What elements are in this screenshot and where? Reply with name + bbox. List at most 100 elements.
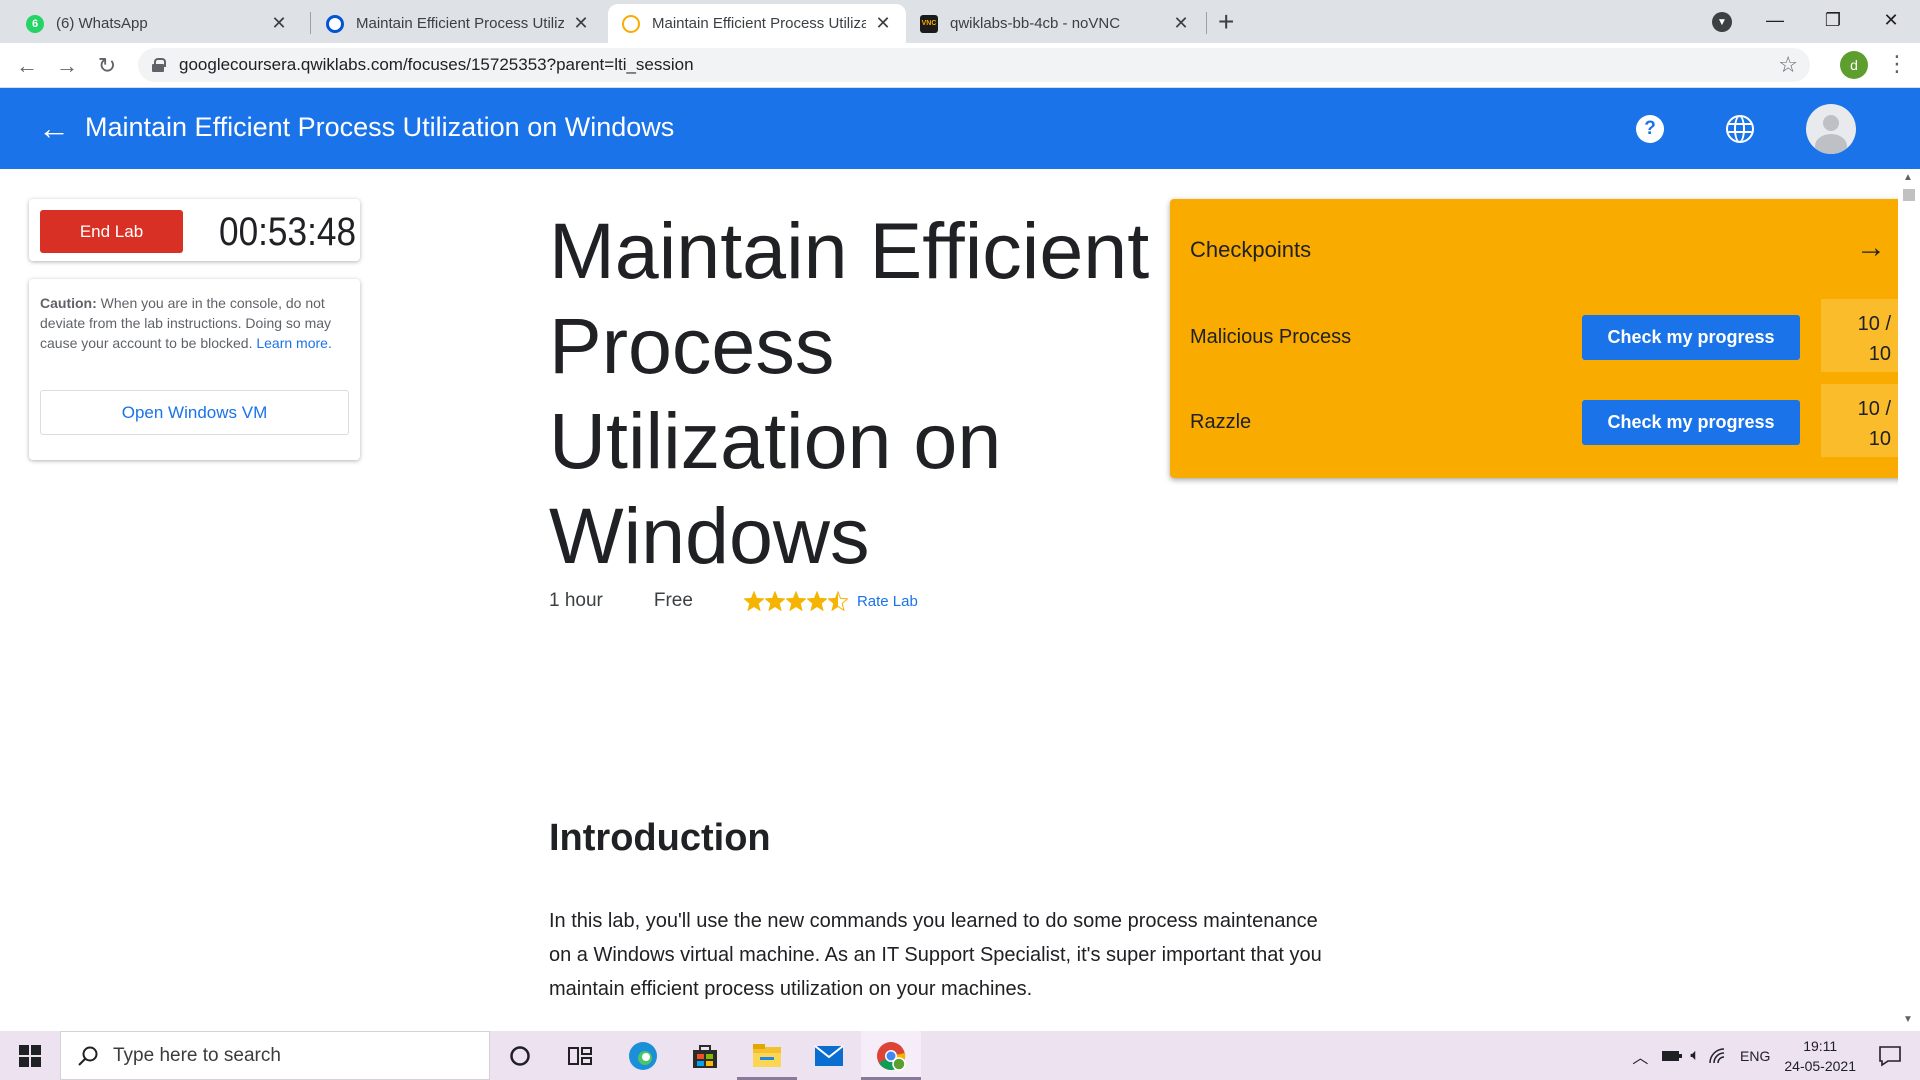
address-bar[interactable]: googlecoursera.qwiklabs.com/focuses/1572…	[138, 48, 1810, 82]
close-icon[interactable]: ✕	[270, 13, 288, 34]
check-progress-button[interactable]: Check my progress	[1582, 400, 1800, 445]
whatsapp-icon: 6	[26, 14, 44, 33]
tab-coursera[interactable]: Maintain Efficient Process Utilizat ✕	[312, 4, 604, 43]
battery-icon[interactable]	[1662, 1049, 1683, 1063]
help-icon[interactable]: ?	[1636, 115, 1664, 143]
minimize-icon[interactable]: —	[1746, 0, 1804, 40]
search-placeholder: Type here to search	[113, 1044, 281, 1066]
page-scrollbar[interactable]	[1898, 169, 1920, 1031]
checkpoint-label: Malicious Process	[1190, 326, 1352, 348]
checkpoint-score: 10 / 10	[1821, 299, 1901, 372]
show-hidden-icons-chevron-icon[interactable]: ︿	[1632, 1044, 1648, 1068]
tab-title: (6) WhatsApp	[56, 15, 148, 32]
file-explorer-icon[interactable]	[737, 1031, 797, 1080]
url-text[interactable]: googlecoursera.qwiklabs.com/focuses/1572…	[179, 55, 694, 75]
checkpoint-score: 10 / 10	[1821, 384, 1901, 457]
task-view-icon[interactable]	[550, 1031, 610, 1080]
lab-meta: 1 hour Free Rate Lab	[549, 589, 918, 613]
system-tray: ︿ 🔈︎ ENG 19:11 24-05-2021	[1632, 1031, 1920, 1080]
tab-qwiklabs-active[interactable]: Maintain Efficient Process Utilizat ✕	[608, 4, 906, 43]
new-tab-plus-icon[interactable]: +	[1218, 6, 1234, 38]
volume-icon[interactable]: 🔈︎	[1690, 1047, 1700, 1065]
tab-novnc[interactable]: VNC qwiklabs-bb-4cb - noVNC ✕	[906, 4, 1204, 43]
close-icon[interactable]: ✕	[572, 13, 590, 34]
scroll-up-icon[interactable]: ▲	[1903, 172, 1913, 183]
back-arrow-icon[interactable]: ←	[38, 110, 70, 147]
lab-title: Maintain Efficient Process Utilization o…	[549, 206, 1150, 580]
tab-title: qwiklabs-bb-4cb - noVNC	[950, 15, 1121, 32]
edge-browser-icon[interactable]	[613, 1031, 673, 1080]
search-icon	[78, 1046, 98, 1066]
caution-card: Caution: When you are in the console, do…	[29, 279, 360, 460]
notification-center-icon[interactable]	[1878, 1045, 1902, 1067]
lab-control-card: End Lab 00:53:48	[29, 199, 360, 261]
open-windows-vm-button[interactable]: Open Windows VM	[40, 390, 349, 435]
windows-taskbar: Type here to search ︿ 🔈︎ ENG 19:11 24-05…	[0, 1031, 1920, 1080]
tab-separator	[1206, 12, 1207, 34]
tab-title: Maintain Efficient Process Utilizat	[652, 15, 866, 32]
checkpoint-label: Razzle	[1190, 411, 1252, 433]
profile-avatar[interactable]: d	[1840, 51, 1868, 79]
end-lab-button[interactable]: End Lab	[40, 210, 183, 253]
caution-label: Caution:	[40, 295, 97, 311]
taskbar-search-input[interactable]: Type here to search	[60, 1031, 490, 1080]
bookmark-star-icon[interactable]: ☆	[1778, 52, 1798, 78]
score-value: 10 /	[1857, 313, 1891, 335]
caution-text: Caution: When you are in the console, do…	[40, 293, 352, 353]
scroll-down-icon[interactable]: ▼	[1903, 1014, 1913, 1025]
menu-kebab-icon[interactable]: ⋮	[1886, 51, 1908, 81]
scroll-thumb[interactable]	[1903, 189, 1915, 201]
lab-duration: 1 hour	[549, 590, 603, 611]
cortana-icon[interactable]	[490, 1031, 550, 1080]
star-icon	[743, 591, 764, 611]
tab-title: Maintain Efficient Process Utilizat	[356, 15, 564, 32]
star-icon	[785, 591, 806, 611]
introduction-body: In this lab, you'll use the new commands…	[549, 910, 1322, 1000]
collapse-arrow-icon[interactable]: →	[1856, 231, 1886, 265]
chrome-taskbar-icon[interactable]	[861, 1031, 921, 1080]
check-progress-button[interactable]: Check my progress	[1582, 315, 1800, 360]
window-close-icon[interactable]: ✕	[1862, 0, 1920, 40]
globe-icon[interactable]	[1726, 115, 1754, 143]
checkpoints-title: Checkpoints	[1190, 237, 1312, 262]
restore-icon[interactable]: ❐	[1804, 0, 1862, 40]
forward-arrow-icon[interactable]: →	[52, 51, 82, 81]
qwiklabs-icon	[622, 14, 640, 33]
checkpoints-panel: Checkpoints → Malicious Process Check my…	[1170, 199, 1920, 478]
lock-icon	[152, 58, 166, 72]
rating-stars	[743, 591, 849, 611]
star-icon	[806, 591, 827, 611]
taskbar-clock[interactable]: 19:11 24-05-2021	[1784, 1036, 1856, 1076]
introduction-heading: Introduction	[549, 817, 771, 859]
coursera-icon	[326, 14, 344, 33]
score-value: 10 /	[1857, 398, 1891, 420]
browser-tab-strip: 6 (6) WhatsApp ✕ Maintain Efficient Proc…	[0, 0, 1920, 43]
lab-price: Free	[653, 590, 693, 611]
clock-time: 19:11	[1803, 1037, 1838, 1054]
microsoft-store-icon[interactable]	[675, 1031, 735, 1080]
mail-icon[interactable]	[799, 1031, 859, 1080]
tab-separator	[310, 12, 311, 34]
tab-whatsapp[interactable]: 6 (6) WhatsApp ✕	[12, 4, 302, 43]
lab-timer: 00:53:48	[219, 210, 357, 254]
star-icon	[764, 591, 785, 611]
learn-more-link[interactable]: Learn more.	[256, 335, 331, 351]
app-header: ← Maintain Efficient Process Utilization…	[0, 88, 1920, 169]
reload-icon[interactable]: ↻	[92, 51, 122, 81]
user-avatar[interactable]	[1806, 104, 1856, 154]
windows-start-icon[interactable]	[0, 1031, 60, 1080]
wifi-icon[interactable]	[1708, 1047, 1728, 1065]
clock-date: 24-05-2021	[1784, 1057, 1856, 1074]
browser-toolbar: ← → ↻ googlecoursera.qwiklabs.com/focuse…	[0, 43, 1920, 88]
rate-lab-link[interactable]: Rate Lab	[857, 593, 918, 610]
score-total: 10	[1868, 343, 1891, 365]
score-total: 10	[1868, 428, 1891, 450]
star-icon	[827, 591, 848, 611]
close-icon[interactable]: ✕	[874, 13, 892, 34]
vnc-icon: VNC	[920, 14, 938, 33]
header-title: Maintain Efficient Process Utilization o…	[85, 112, 675, 142]
close-icon[interactable]: ✕	[1172, 13, 1190, 34]
back-arrow-icon[interactable]: ←	[12, 51, 42, 81]
tab-search-chevron-icon[interactable]: ▼	[1712, 12, 1732, 32]
language-indicator[interactable]: ENG	[1740, 1048, 1770, 1064]
